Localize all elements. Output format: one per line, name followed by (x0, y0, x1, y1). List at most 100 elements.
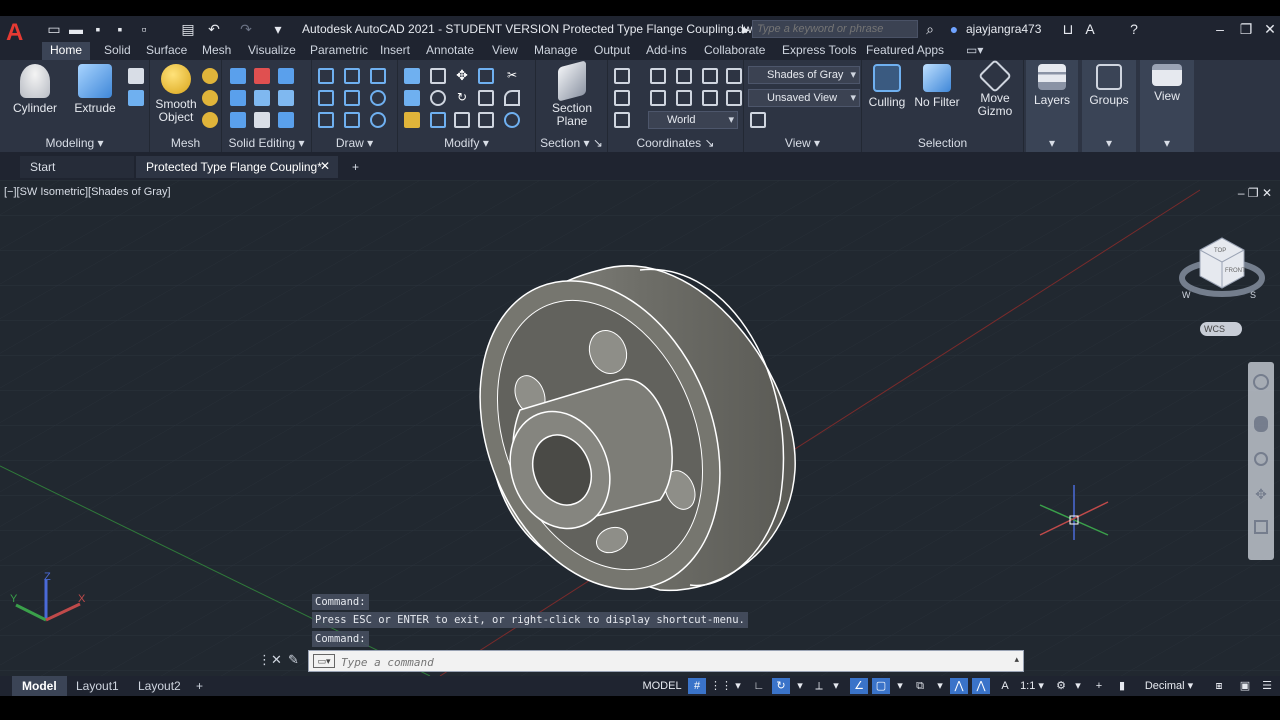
extract-edges-icon[interactable] (230, 112, 246, 128)
close-tab-icon[interactable]: ✕ (320, 159, 330, 173)
new-layout-icon[interactable]: + (186, 676, 213, 696)
annotation-scale-icon[interactable]: A (996, 678, 1014, 694)
align-icon[interactable] (404, 68, 420, 84)
circle-icon[interactable] (370, 90, 386, 106)
annotation-visibility-icon[interactable]: ⋀ (950, 678, 968, 694)
mesh-sphere-icon[interactable] (202, 90, 218, 106)
layers-panel-button[interactable]: Layers ▾ (1026, 60, 1078, 152)
loft-icon[interactable] (128, 90, 144, 106)
visual-style-select[interactable]: Shades of Gray (748, 66, 860, 84)
polar-dropdown-icon[interactable]: ▾ (794, 678, 806, 694)
snap-icon[interactable]: ⋮⋮ (710, 678, 732, 694)
isodraft-dropdown-icon[interactable]: ▾ (830, 678, 842, 694)
annotation-scale-select[interactable]: 1:1 ▾ (1018, 678, 1046, 694)
clean-screen-icon[interactable]: ▣ (1236, 678, 1254, 694)
groups-button[interactable]: Groups (1084, 64, 1134, 107)
open-folder-icon[interactable]: ▬ (68, 21, 84, 37)
ucs-object-icon[interactable] (676, 90, 692, 106)
save-as-icon[interactable]: ▪ (112, 21, 128, 37)
view-button[interactable]: View (1142, 64, 1192, 103)
tab-model[interactable]: Model (12, 676, 67, 696)
lineweight-icon[interactable]: ⧉ (910, 678, 930, 694)
ortho-icon[interactable]: ∟ (750, 678, 768, 694)
tab-mesh[interactable]: Mesh (194, 42, 239, 60)
tab-visualize[interactable]: Visualize (240, 42, 304, 60)
redo-icon[interactable]: ↷ (238, 21, 254, 37)
tab-output[interactable]: Output (586, 42, 638, 60)
ucs-zaxis-icon[interactable] (726, 90, 742, 106)
helix-icon[interactable] (344, 68, 360, 84)
ucs-world-select[interactable]: World (648, 111, 738, 129)
slice-icon[interactable] (254, 90, 270, 106)
tab-collaborate[interactable]: Collaborate (696, 42, 773, 60)
wcs-menu[interactable]: WCS (1200, 322, 1242, 336)
intersect-icon[interactable] (278, 68, 294, 84)
panel-title-modeling[interactable]: Modeling ▾ (0, 136, 149, 150)
ribbon-minimize-icon[interactable]: ▭▾ (958, 42, 991, 60)
search-input[interactable] (752, 20, 918, 38)
new-tab-icon[interactable]: + (342, 156, 369, 178)
tab-express-tools[interactable]: Express Tools (774, 42, 864, 60)
interfere-icon[interactable] (230, 90, 246, 106)
new-file-icon[interactable]: ▭ (46, 21, 62, 37)
3d-align-icon[interactable] (404, 90, 420, 106)
no-filter-button[interactable]: No Filter (912, 64, 962, 109)
customize-wrench-icon[interactable]: ✎ (288, 652, 299, 668)
rotate-icon[interactable]: ↻ (454, 90, 470, 106)
trim-icon[interactable]: ✂ (504, 68, 520, 84)
rectangle-icon[interactable] (344, 112, 360, 128)
workspace-gear-icon[interactable]: ⚙ (1052, 678, 1070, 694)
viewport-config-icon[interactable] (750, 112, 766, 128)
osnap-dropdown-icon[interactable]: ▾ (894, 678, 906, 694)
scale-icon[interactable] (454, 112, 470, 128)
named-view-select[interactable]: Unsaved View (748, 89, 860, 107)
tab-view[interactable]: View (484, 42, 526, 60)
drawing-viewport[interactable]: Z Y X TOP FRONT W S [−][SW Isometric][Sh… (0, 180, 1280, 676)
tab-annotate[interactable]: Annotate (418, 42, 482, 60)
web-mobile-icon[interactable]: ▫ (136, 21, 152, 37)
mirror-icon[interactable] (478, 90, 494, 106)
ucs-z-icon[interactable] (726, 68, 742, 84)
ucs-icon[interactable] (614, 68, 630, 84)
command-expand-icon[interactable]: ▴ (1014, 654, 1019, 665)
undo-icon[interactable]: ↶ (206, 21, 222, 37)
pan-icon[interactable] (1254, 416, 1268, 432)
viewport-window-controls[interactable]: – ❐ ✕ (1238, 186, 1272, 200)
tab-featured-apps[interactable]: Featured Apps (858, 42, 952, 60)
ucs-world-icon[interactable] (650, 68, 666, 84)
subtract-icon[interactable] (254, 68, 270, 84)
panel-title-coordinates[interactable]: Coordinates ↘ (608, 136, 743, 150)
view-panel-button[interactable]: View ▾ (1140, 60, 1194, 152)
panel-title-section[interactable]: Section ▾ ↘ (536, 136, 607, 150)
annotation-monitor-icon[interactable]: + (1090, 678, 1108, 694)
mesh-refine-icon[interactable] (202, 112, 218, 128)
tab-surface[interactable]: Surface (138, 42, 195, 60)
move-icon[interactable]: ✥ (454, 68, 470, 84)
zoom-icon[interactable] (1254, 452, 1268, 466)
object-snap-tracking-icon[interactable]: ∠ (850, 678, 868, 694)
groups-panel-button[interactable]: Groups ▾ (1082, 60, 1136, 152)
cart-icon[interactable]: ⊔ (1060, 21, 1076, 37)
showmotion-icon[interactable] (1254, 520, 1268, 534)
section-plane-button[interactable]: Section Plane (546, 60, 598, 128)
command-input[interactable] (341, 654, 1001, 670)
array-icon[interactable] (478, 68, 494, 84)
tab-layout1[interactable]: Layout1 (66, 676, 129, 696)
panel-title-modify[interactable]: Modify ▾ (398, 136, 535, 150)
mesh-globe-icon[interactable] (202, 68, 218, 84)
polygon-icon[interactable] (318, 112, 334, 128)
transparency-dropdown-icon[interactable]: ▾ (934, 678, 946, 694)
customization-icon[interactable]: ☰ (1258, 678, 1276, 694)
panel-title-solid-editing[interactable]: Solid Editing ▾ (222, 136, 311, 150)
quick-properties-icon[interactable]: ⧆ (1210, 678, 1228, 694)
panel-title-view[interactable]: View ▾ (744, 136, 861, 150)
shell-icon[interactable] (278, 112, 294, 128)
view-dropdown-icon[interactable]: ▾ (1140, 136, 1194, 150)
spline-icon[interactable] (318, 90, 334, 106)
search-icon[interactable]: ⌕ (922, 21, 938, 37)
ellipse-icon[interactable] (370, 112, 386, 128)
tab-insert[interactable]: Insert (372, 42, 418, 60)
ucs-view-icon[interactable] (702, 90, 718, 106)
workspace-dropdown-icon[interactable]: ▾ (1072, 678, 1084, 694)
layers-dropdown-icon[interactable]: ▾ (1026, 136, 1078, 150)
